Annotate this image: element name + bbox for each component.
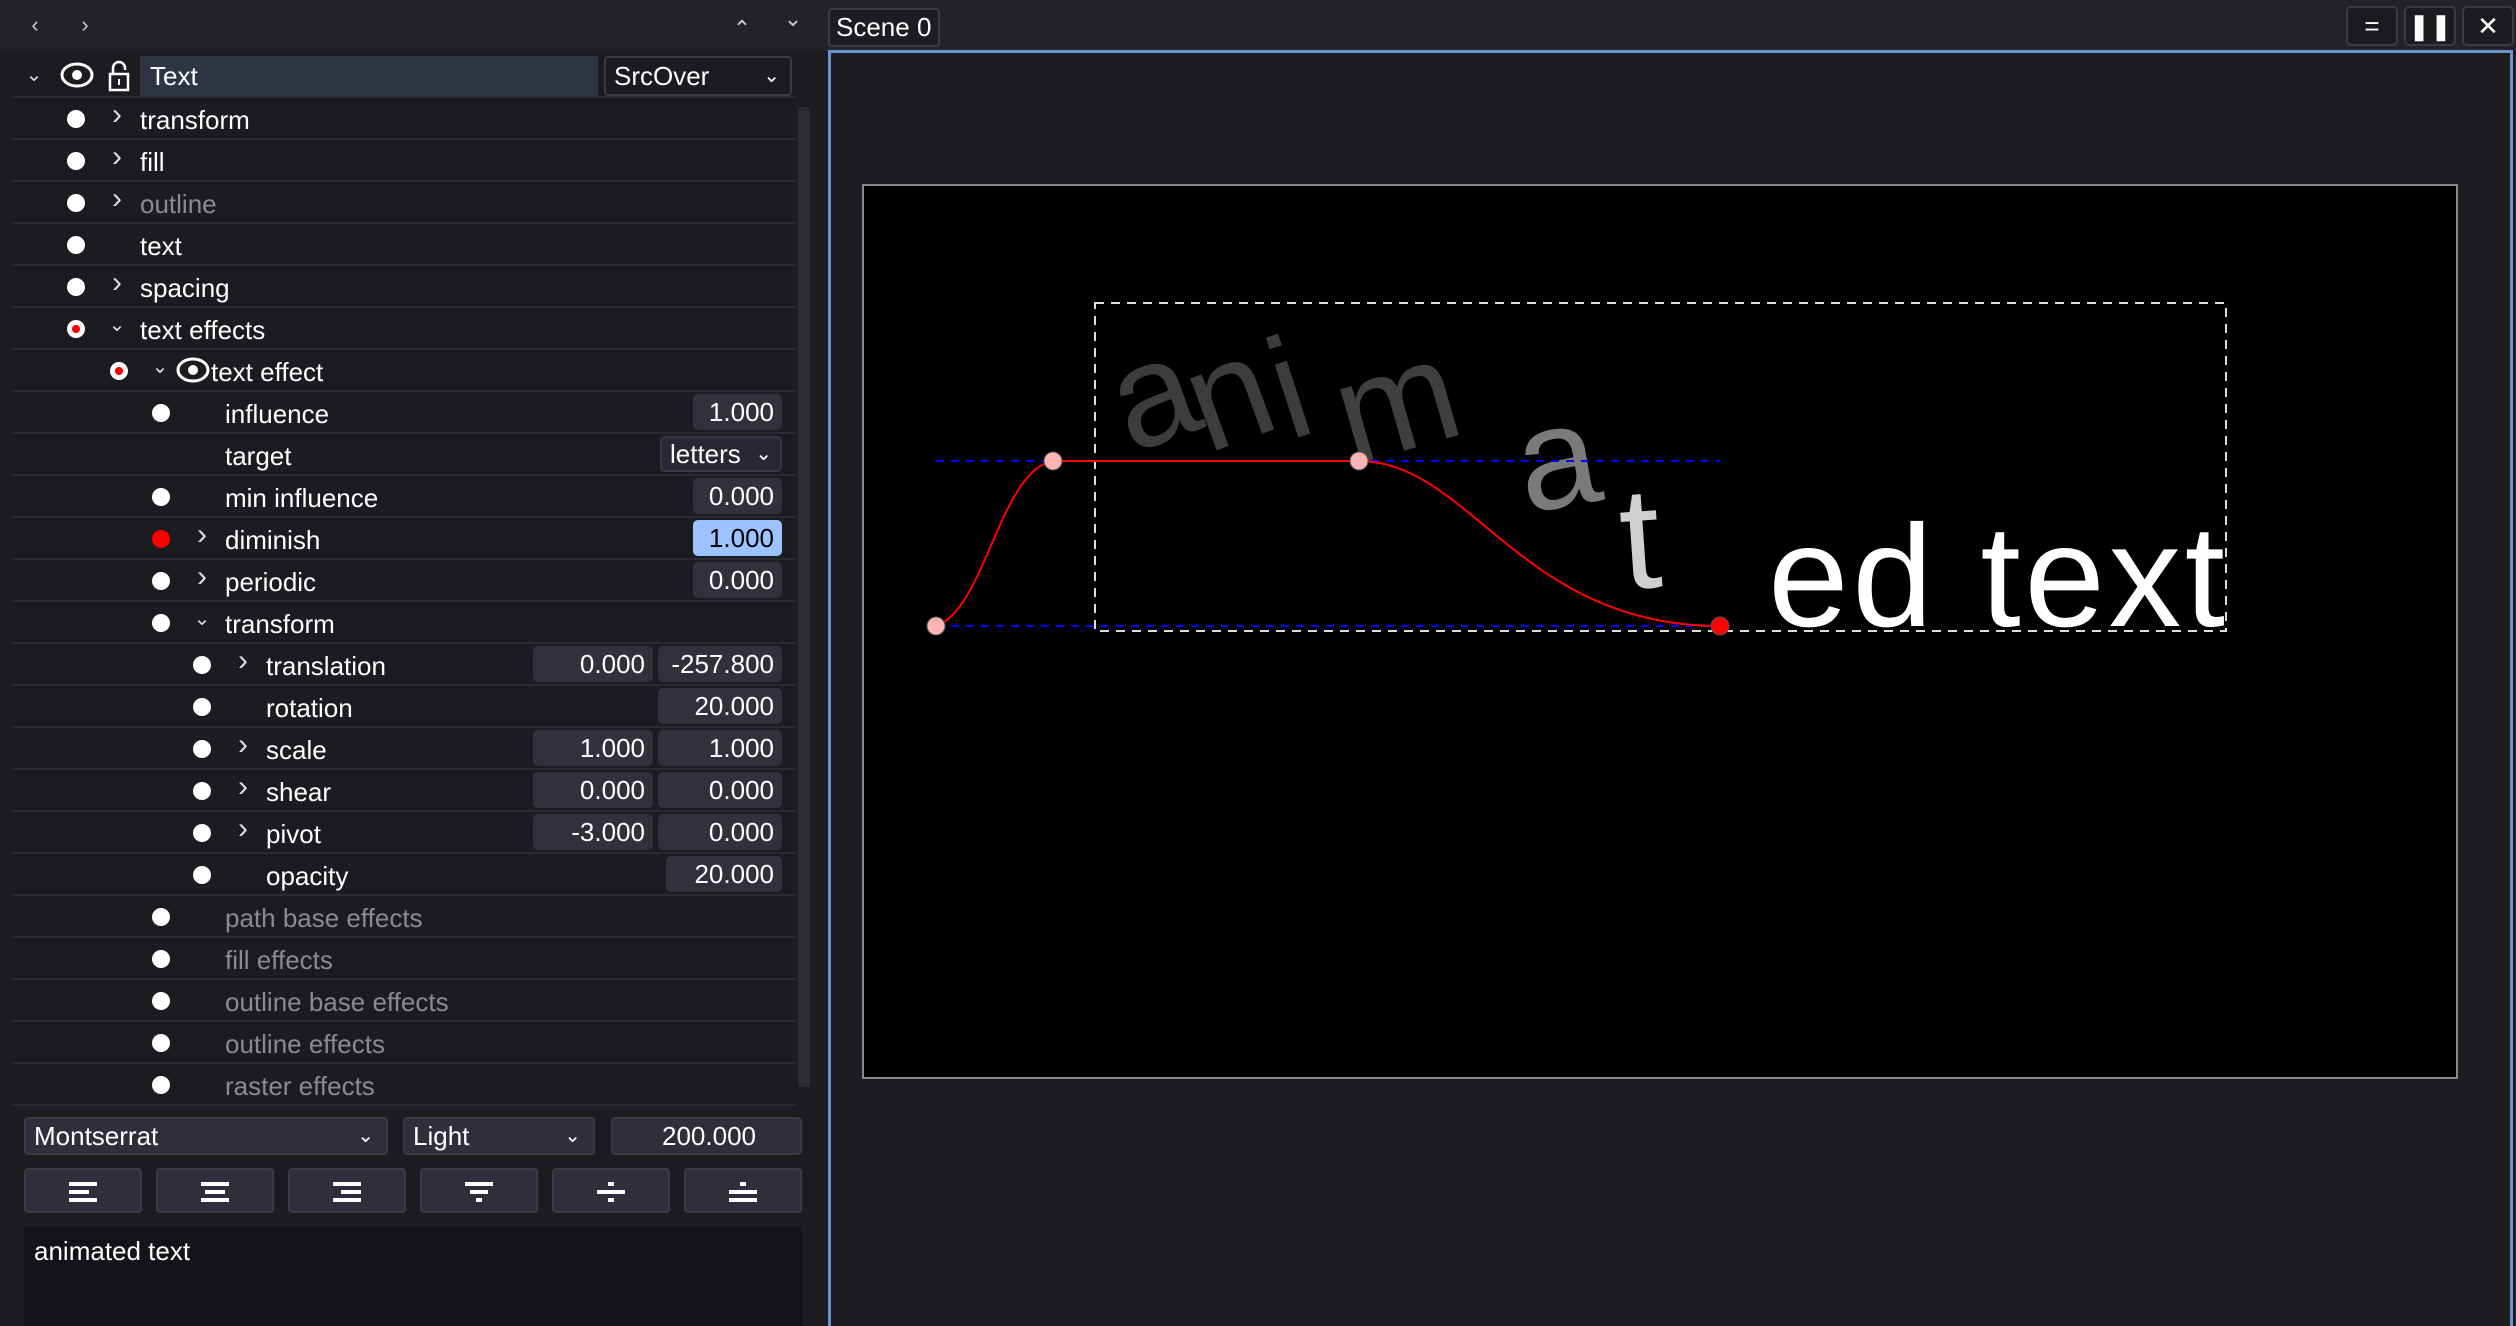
curve-handle-active[interactable] bbox=[1710, 616, 1730, 636]
scene-canvas: anim a t ed text bbox=[862, 184, 2458, 1079]
static-text: ed text bbox=[1768, 495, 2225, 657]
curve-handle[interactable] bbox=[1043, 451, 1063, 471]
curve-handle[interactable] bbox=[1349, 451, 1369, 471]
curve-handle[interactable] bbox=[926, 616, 946, 636]
